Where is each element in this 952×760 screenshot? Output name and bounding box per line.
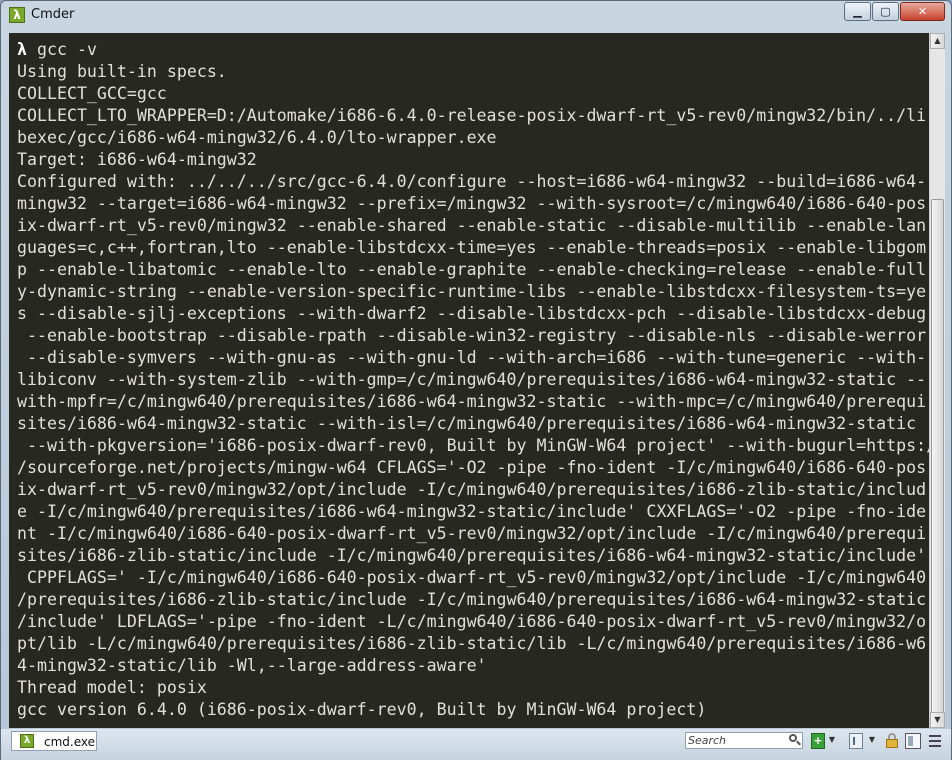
- title-bar[interactable]: λ Cmder ▁ ▢ ✕: [1, 1, 951, 31]
- output-line: COLLECT_GCC=gcc: [17, 84, 167, 103]
- prompt-lambda: λ: [17, 40, 27, 59]
- cmder-window: λ Cmder ▁ ▢ ✕ λ gcc -v Using built-in sp…: [0, 0, 952, 760]
- search-icon-handle: [796, 740, 801, 746]
- menu-icon-line: [929, 745, 941, 747]
- search-icon[interactable]: [787, 733, 802, 748]
- output-line: Thread model: posix: [17, 678, 207, 697]
- output-line: p --enable-libatomic --enable-lto --enab…: [17, 260, 927, 279]
- output-line: gcc version 6.4.0 (i686-posix-dwarf-rev0…: [17, 700, 707, 719]
- panel-toggle-icon[interactable]: [905, 733, 921, 749]
- output-line: y-dynamic-string --enable-version-specif…: [17, 282, 927, 301]
- scroll-down-arrow-icon[interactable]: ▼: [930, 712, 945, 728]
- close-button[interactable]: ✕: [900, 2, 945, 21]
- lock-body: [886, 739, 898, 748]
- scroll-up-arrow-icon[interactable]: ▲: [930, 33, 945, 49]
- output-line: --with-pkgversion='i686-posix-dwarf-rev0…: [17, 436, 929, 455]
- output-line: ix-dwarf-rt_v5-rev0/mingw32/opt/include …: [17, 480, 927, 499]
- output-line: /prerequisites/i686-zlib-static/include …: [17, 590, 927, 609]
- output-line: sites/i686-zlib-static/include -I/c/ming…: [17, 546, 927, 565]
- output-line: libiconv --with-system-zlib --with-gmp=/…: [17, 370, 927, 389]
- search-box: [685, 732, 803, 749]
- output-line: e -I/c/mingw640/prerequisites/i686-w64-m…: [17, 502, 927, 521]
- output-line: Configured with: ../../../src/gcc-6.4.0/…: [17, 172, 927, 191]
- command-text: gcc -v: [37, 40, 97, 59]
- output-line: --disable-symvers --with-gnu-as --with-g…: [17, 348, 927, 367]
- menu-icon-line: [929, 735, 941, 737]
- vertical-scrollbar[interactable]: ▲ ▼: [929, 33, 945, 728]
- scroll-thumb[interactable]: [931, 199, 944, 720]
- tab-label: cmd.exe: [44, 735, 96, 749]
- add-tab-dropdown-icon[interactable]: ▼: [827, 733, 837, 749]
- output-line: ix-dwarf-rt_v5-rev0/mingw32 --enable-sha…: [17, 216, 927, 235]
- cmd-lambda-icon: λ: [20, 734, 34, 748]
- output-line: Using built-in specs.: [17, 62, 227, 81]
- tab-cmd-exe[interactable]: λ cmd.exe: [11, 731, 97, 751]
- output-line: sites/i686-w64-mingw32-static --with-isl…: [17, 414, 917, 433]
- output-lines: Using built-in specs. COLLECT_GCC=gcc CO…: [17, 62, 929, 719]
- output-line: pt/lib -L/c/mingw640/prerequisites/i686-…: [17, 634, 927, 653]
- output-line: bexec/gcc/i686-w64-mingw32/6.4.0/lto-wra…: [17, 128, 497, 147]
- output-line: 4-mingw32-static/lib -Wl,--large-address…: [17, 656, 487, 675]
- output-line: /sourceforge.net/projects/mingw-w64 CFLA…: [17, 458, 927, 477]
- add-tab-button[interactable]: +: [811, 733, 825, 749]
- menu-icon-line: [929, 740, 941, 742]
- output-line: /include' LDFLAGS='-pipe -fno-ident -L/c…: [17, 612, 927, 631]
- maximize-button[interactable]: ▢: [872, 2, 899, 21]
- output-line: nt -I/c/mingw640/i686-640-posix-dwarf-rt…: [17, 524, 927, 543]
- view-layout-icon[interactable]: [849, 733, 863, 749]
- view-dropdown-icon[interactable]: ▼: [867, 733, 877, 749]
- output-line: mingw32 --target=i686-w64-mingw32 --pref…: [17, 194, 927, 213]
- terminal-console[interactable]: λ gcc -v Using built-in specs. COLLECT_G…: [9, 33, 929, 728]
- status-bar: λ cmd.exe + ▼ ▼: [1, 729, 951, 760]
- output-line: Target: i686-w64-mingw32: [17, 150, 257, 169]
- terminal-output: λ gcc -v Using built-in specs. COLLECT_G…: [17, 39, 929, 721]
- output-line: CPPFLAGS=' -I/c/mingw640/i686-640-posix-…: [17, 568, 927, 587]
- minimize-button[interactable]: ▁: [844, 2, 871, 21]
- output-line: s --disable-sjlj-exceptions --with-dwarf…: [17, 304, 927, 323]
- menu-icon[interactable]: [927, 733, 943, 749]
- search-input[interactable]: [687, 733, 784, 748]
- output-line: with-mpfr=/c/mingw640/prerequisites/i686…: [17, 392, 927, 411]
- window-title: Cmder: [31, 7, 75, 22]
- output-line: guages=c,c++,fortran,lto --enable-libstd…: [17, 238, 927, 257]
- output-line: COLLECT_LTO_WRAPPER=D:/Automake/i686-6.4…: [17, 106, 927, 125]
- cmder-lambda-icon: λ: [9, 7, 25, 23]
- lock-icon[interactable]: [885, 733, 899, 749]
- output-line: --enable-bootstrap --disable-rpath --dis…: [17, 326, 927, 345]
